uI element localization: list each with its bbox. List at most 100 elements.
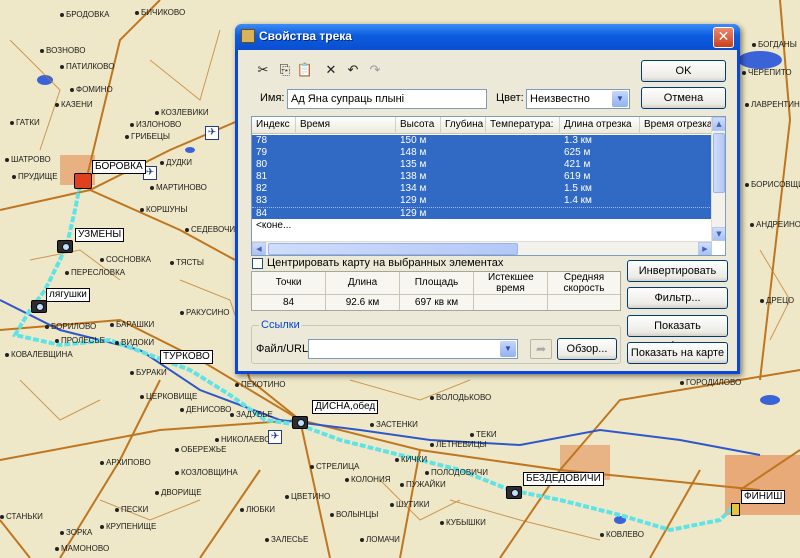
scroll-right-icon[interactable]: ▶ — [698, 242, 712, 255]
scroll-up-icon[interactable]: ▲ — [712, 117, 725, 131]
column-header-time[interactable]: Время — [296, 117, 396, 134]
table-row[interactable]: 84 129 м — [252, 207, 712, 219]
map-town: ЧЕРЕПИТО — [742, 68, 792, 77]
waypoint-label[interactable]: ДИСНА,обед — [312, 400, 379, 414]
table-header: Индекс Время Высота Глубина Температура:… — [252, 117, 712, 134]
file-url-label: Файл/URL: — [256, 343, 312, 355]
cell-segment-length: 1.3 км — [564, 135, 592, 146]
cell-index: 80 — [256, 159, 268, 170]
open-link-icon[interactable]: ➦ — [530, 339, 552, 359]
table-row[interactable]: 83 129 м 1.4 км — [252, 195, 712, 207]
column-header-altitude[interactable]: Высота — [396, 117, 441, 134]
map-town: МАРТИНОВО — [150, 183, 207, 192]
track-name-input[interactable]: Ад Яна супраць плыні — [287, 89, 487, 109]
camera-icon[interactable] — [57, 240, 73, 253]
map-town: ЗАСТЕНКИ — [370, 420, 418, 429]
map-town: ДВОРИЩЕ — [155, 488, 202, 497]
map-town: ФОМИНО — [70, 85, 113, 94]
cell-altitude: 135 м — [400, 159, 427, 170]
copy-icon[interactable]: ⎘ — [276, 62, 294, 80]
stats-header: Точки — [252, 272, 326, 294]
stats-value-speed — [548, 294, 620, 310]
browse-button[interactable]: Обзор... — [557, 338, 617, 360]
map-town: КОВАЛЕВЩИНА — [5, 350, 73, 359]
cell-segment-length: 1.5 км — [564, 183, 592, 194]
chevron-down-icon[interactable]: ▼ — [612, 91, 628, 107]
map-town: ЛЮБКИ — [240, 505, 275, 514]
horizontal-scrollbar[interactable]: ◀ ▶ — [252, 241, 712, 255]
ok-button[interactable]: OK — [641, 60, 726, 82]
table-row-end[interactable]: <коне... — [252, 220, 712, 232]
file-url-input[interactable]: ▼ — [308, 339, 518, 359]
filter-button[interactable]: Фильтр... — [627, 287, 728, 309]
redo-icon[interactable]: ↷ — [366, 62, 384, 80]
color-select[interactable]: Неизвестно ▼ — [526, 89, 630, 109]
waypoint-label[interactable]: ФИНИШ — [741, 490, 786, 504]
invert-button[interactable]: Инвертировать — [627, 260, 728, 282]
cell-altitude: 138 м — [400, 171, 427, 182]
map-town: ГОРОДИЛОВО — [680, 378, 741, 387]
table-row[interactable]: 82 134 м 1.5 км — [252, 183, 712, 195]
camera-icon[interactable] — [31, 300, 47, 313]
color-select-value: Неизвестно — [530, 93, 590, 105]
scroll-left-icon[interactable]: ◀ — [252, 242, 266, 255]
map-town: БОРИСОВЩИНА — [745, 180, 800, 189]
map-town: РАКУСИНО — [180, 308, 230, 317]
map-town: КОРШУНЫ — [140, 205, 187, 214]
undo-icon[interactable]: ↶ — [344, 62, 362, 80]
waypoint-label[interactable]: БОРОВКА — [92, 160, 146, 174]
camera-icon[interactable] — [506, 486, 522, 499]
track-icon — [241, 29, 255, 43]
center-map-checkbox[interactable] — [252, 258, 263, 269]
delete-icon[interactable]: ✕ — [322, 62, 340, 80]
stats-header: Длина — [326, 272, 400, 294]
column-header-depth[interactable]: Глубина — [441, 117, 486, 134]
start-flag-icon[interactable] — [74, 173, 92, 189]
vertical-scrollbar[interactable]: ▲ ▼ — [711, 117, 725, 241]
camera-icon[interactable] — [292, 416, 308, 429]
track-points-table[interactable]: Индекс Время Высота Глубина Температура:… — [251, 116, 726, 256]
cell-index: 81 — [256, 171, 268, 182]
cut-icon[interactable]: ✂ — [254, 62, 272, 80]
map-town: ПЕРЕСЛОВКА — [65, 268, 125, 277]
show-profile-button[interactable]: Показать профиль... — [627, 315, 728, 352]
map-town: ЗАЛЕСЬЕ — [265, 535, 308, 544]
waypoint-label[interactable]: ТУРКОВО — [160, 350, 213, 364]
cell-segment-length: 421 м — [564, 159, 591, 170]
dialog-titlebar[interactable]: Свойства трека ✕ — [235, 24, 740, 50]
chevron-down-icon[interactable]: ▼ — [500, 341, 516, 357]
finish-marker-icon[interactable] — [731, 503, 740, 516]
map-town: ЦВЕТИНО — [285, 492, 330, 501]
column-header-segment-time[interactable]: Время отрезка — [640, 117, 712, 134]
table-row[interactable]: 81 138 м 619 м — [252, 171, 712, 183]
column-header-index[interactable]: Индекс — [252, 117, 296, 134]
waypoint-label[interactable]: БЕЗДЕДОВИЧИ — [523, 472, 604, 486]
table-row[interactable]: 80 135 м 421 м — [252, 159, 712, 171]
map-town: НИКОЛАЕВО — [215, 435, 270, 444]
links-group: Ссылки Файл/URL: ▼ ➦ Обзор... — [251, 319, 621, 364]
table-row[interactable]: 79 148 м 625 м — [252, 147, 712, 159]
stats-header: Площадь — [400, 272, 474, 294]
scroll-thumb[interactable] — [268, 243, 518, 255]
table-row[interactable]: 78 150 м 1.3 км — [252, 135, 712, 147]
column-header-temperature[interactable]: Температура: — [486, 117, 560, 134]
cell-altitude: 150 м — [400, 135, 427, 146]
waypoint-label[interactable]: лягушки — [46, 288, 90, 302]
waypoint-label[interactable]: УЗМЕНЫ — [75, 228, 125, 242]
dialog-title: Свойства трека — [259, 29, 352, 43]
cancel-button[interactable]: Отмена — [641, 87, 726, 109]
scroll-down-icon[interactable]: ▼ — [712, 227, 725, 241]
show-on-map-button[interactable]: Показать на карте — [627, 342, 728, 364]
stats-value-elapsed — [474, 294, 548, 310]
map-town: ЗОРКА — [60, 528, 92, 537]
scroll-thumb[interactable] — [713, 133, 725, 193]
map-town: ШУТИКИ — [390, 500, 429, 509]
column-header-segment-length[interactable]: Длина отрезка — [560, 117, 640, 134]
map-town: КИЧКИ — [395, 455, 427, 464]
map-town: ОБЕРЕЖЬЕ — [175, 445, 226, 454]
close-button[interactable]: ✕ — [713, 27, 734, 48]
cell-segment-length: 625 м — [564, 147, 591, 158]
paste-icon[interactable]: 📋 — [296, 62, 314, 80]
map-town: ПРОЛЕСЬЕ — [55, 336, 105, 345]
center-map-label[interactable]: Центрировать карту на выбранных элемента… — [267, 257, 503, 269]
